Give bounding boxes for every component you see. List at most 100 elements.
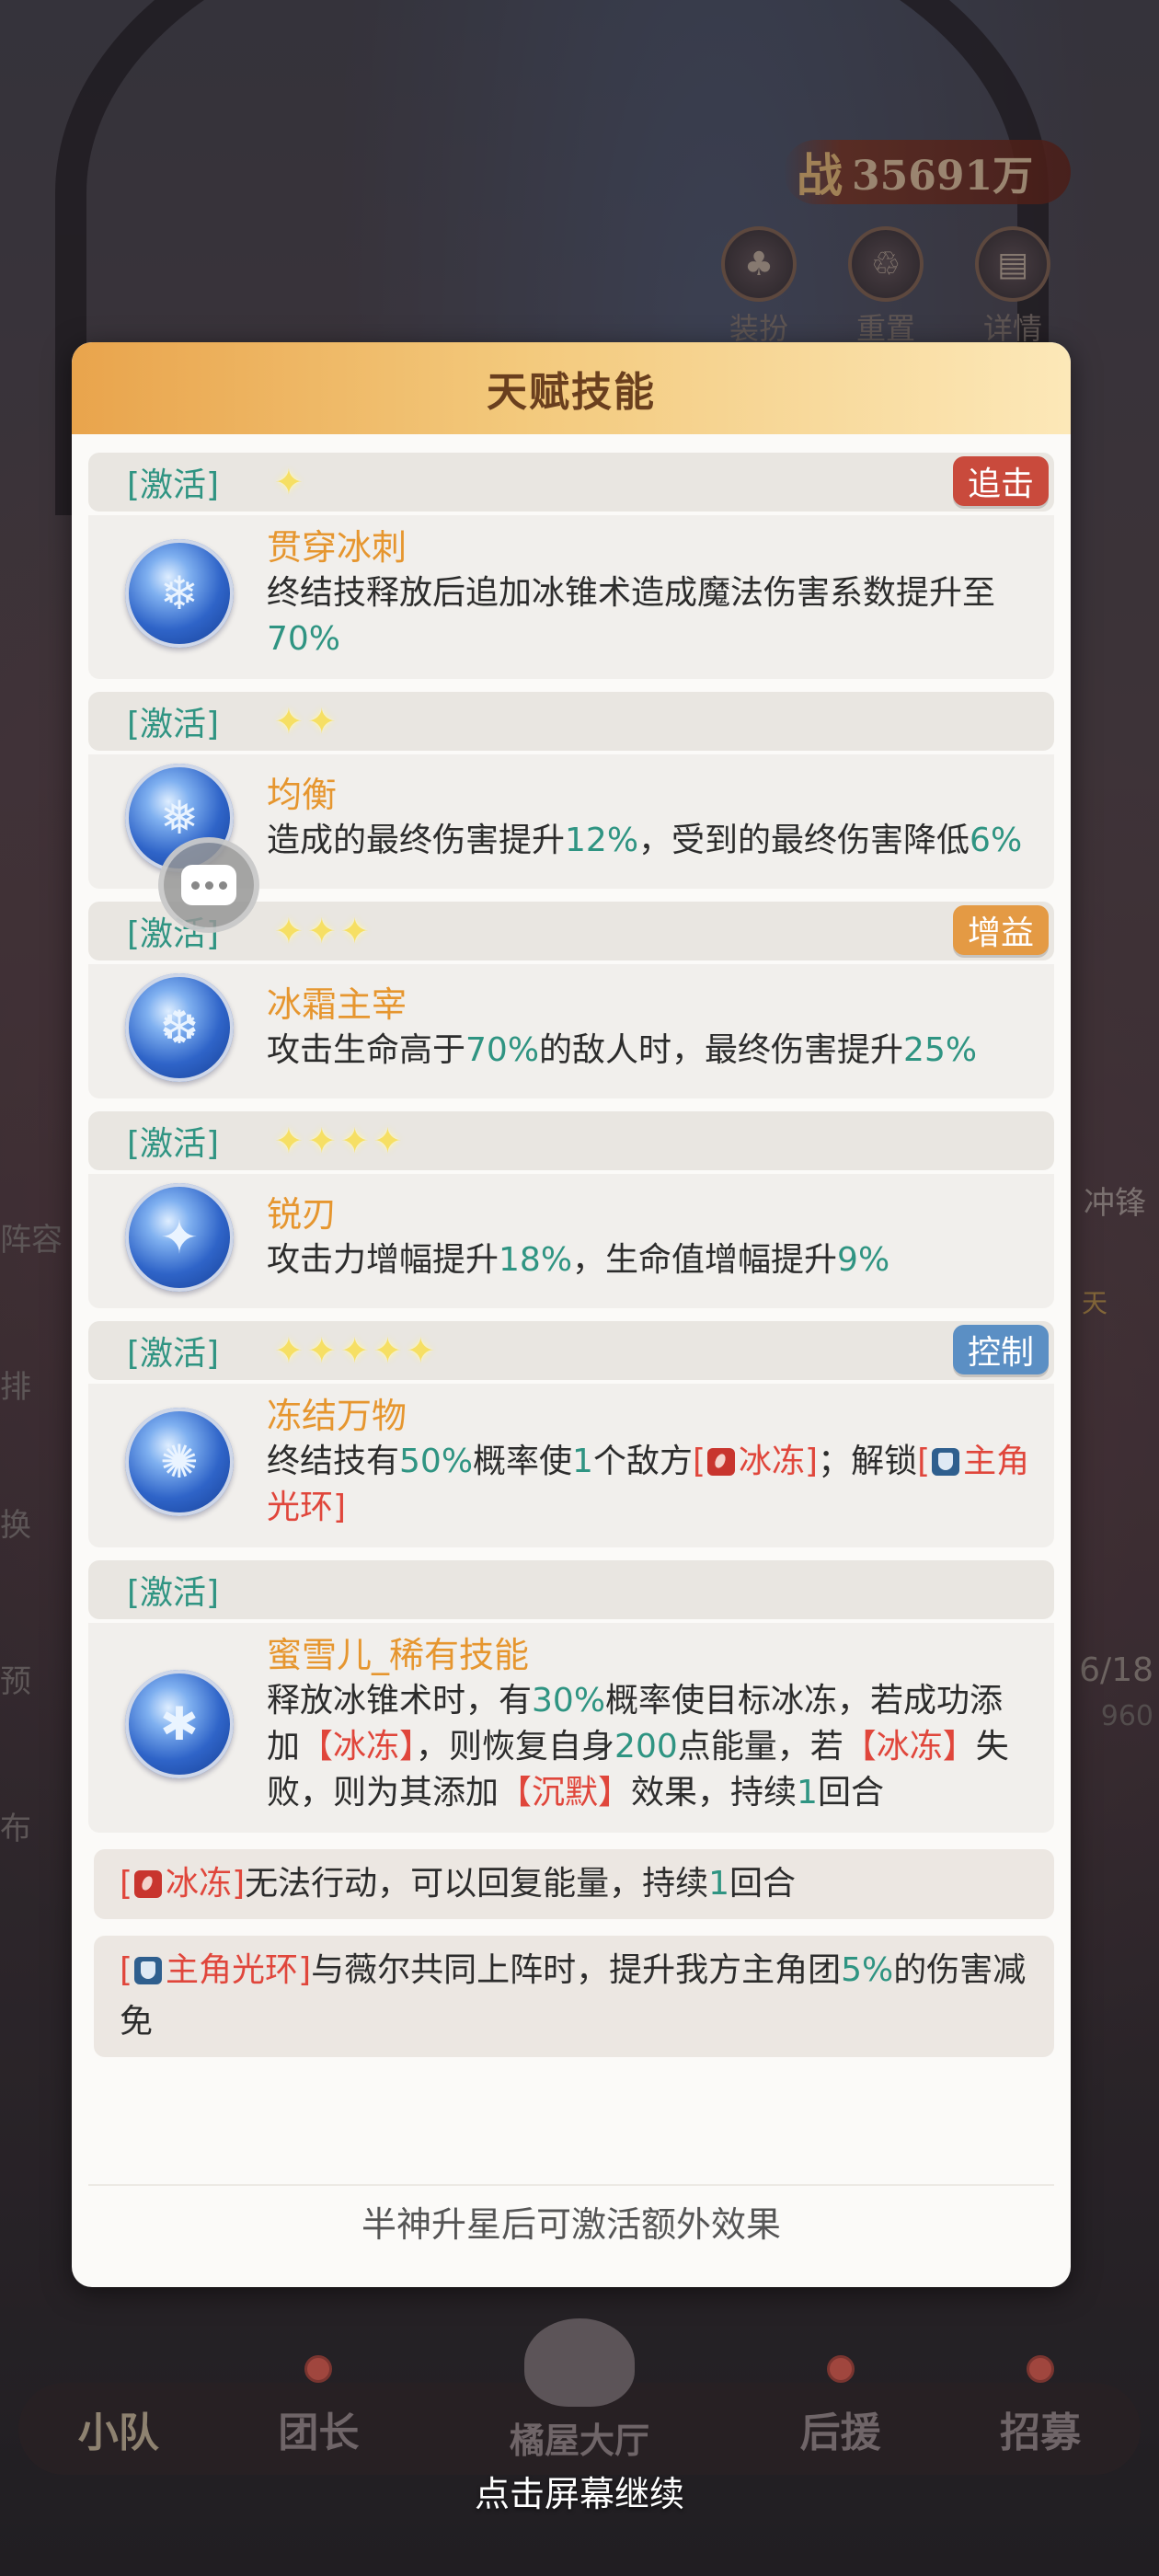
star-icon: ✦ xyxy=(306,1330,337,1371)
status-keyword: 【冰冻】 xyxy=(300,1728,417,1765)
skill-name: 蜜雪儿_稀有技能 xyxy=(267,1635,530,1675)
description-text: 终结技释放后追加冰锥术造成魔法伤害系数提升至 xyxy=(267,574,996,612)
skill-body: ❄ 贯穿冰刺 终结技释放后追加冰锥术造成魔法伤害系数提升至 70% xyxy=(88,515,1054,679)
status-keyword: [ xyxy=(120,1865,133,1903)
highlight-number: 200 xyxy=(614,1728,678,1765)
star-icon: ✦ xyxy=(274,911,304,951)
skill-type-tag: 追击 xyxy=(952,456,1049,506)
description-text: ，受到的最终伤害降低 xyxy=(638,822,970,859)
skill-header: [激活] ✦ ✦ xyxy=(88,692,1054,751)
star-icon: ✦ xyxy=(306,911,337,951)
skill-entry: [激活] ✦ ✦ ✦ 增益 ❆ 冰霜主宰 攻击生命高于70%的敌人时，最终伤害提升25% xyxy=(88,902,1054,1098)
nav-hall[interactable]: 橘屋大厅 xyxy=(488,2318,671,2461)
status-keyword: 冰冻 xyxy=(166,1865,233,1903)
highlight-number: 12% xyxy=(565,822,639,859)
star-rating: ✦ ✦ ✦ ✦ xyxy=(274,1123,402,1158)
shield-icon xyxy=(932,1448,960,1476)
description-text: 回合 xyxy=(817,1774,884,1811)
description-text: 释放冰锥术时，有 xyxy=(267,1682,533,1719)
skill-header: [激活] ✦ 追击 xyxy=(88,453,1054,512)
freeze-icon xyxy=(707,1448,736,1476)
skill-type-tag: 控制 xyxy=(952,1325,1049,1374)
status-keyword: ] xyxy=(298,1951,312,1989)
skill-description: 终结技释放后追加冰锥术造成魔法伤害系数提升至 70% xyxy=(267,570,1036,662)
status-keyword: 【沉默】 xyxy=(499,1774,632,1811)
description-text: 概率使 xyxy=(473,1443,573,1480)
activate-label: [激活] xyxy=(127,706,220,743)
star-rating: ✦ ✦ ✦ xyxy=(274,914,370,949)
activate-label: [激活] xyxy=(127,1125,220,1163)
skill-description: 终结技有50%概率使1个敌方[冰冻]；解锁[主角光环] xyxy=(267,1439,1036,1531)
skill-body: ✺ 冻结万物 终结技有50%概率使1个敌方[冰冻]；解锁[主角光环] xyxy=(88,1384,1054,1547)
star-rating: ✦ xyxy=(274,465,304,500)
skill-body: ✱ 蜜雪儿_稀有技能 释放冰锥术时，有30%概率使目标冰冻，若成功添加【冰冻】，则恢… xyxy=(88,1623,1054,1833)
keyword-note: [主角光环]与薇尔共同上阵时，提升我方主角团5%的伤害减免 xyxy=(94,1936,1054,2057)
ice-skill-icon: ✦ xyxy=(125,1183,234,1292)
skill-entry: [激活] ✦ ✦ ✦ ✦ ✦ 锐刃 攻击力增幅提升18%，生命值增幅提升9% xyxy=(88,1111,1054,1308)
nav-leader[interactable]: 团长 xyxy=(278,2355,359,2458)
nav-support[interactable]: 后援 xyxy=(800,2355,881,2458)
chat-icon xyxy=(181,865,236,905)
star-icon: ✦ xyxy=(373,1121,403,1161)
highlight-number: 70% xyxy=(465,1031,540,1069)
nav-squad[interactable]: 小队 xyxy=(78,2399,159,2458)
highlight-number: 1 xyxy=(797,1774,818,1811)
skill-body: ✦ 锐刃 攻击力增幅提升18%，生命值增幅提升9% xyxy=(88,1174,1054,1308)
star-icon: ✦ xyxy=(339,911,370,951)
skill-description: 释放冰锥术时，有30%概率使目标冰冻，若成功添加【冰冻】，则恢复自身200点能量… xyxy=(267,1678,1036,1816)
skill-description: 攻击力增幅提升18%，生命值增幅提升9% xyxy=(267,1237,1036,1283)
chat-bubble-button[interactable] xyxy=(158,837,259,933)
nav-support-badge xyxy=(826,2355,855,2383)
status-keyword: ] xyxy=(333,1489,347,1526)
skill-name: 冰霜主宰 xyxy=(267,984,407,1025)
skill-name: 均衡 xyxy=(267,775,338,815)
status-keyword: 【冰冻】 xyxy=(843,1728,976,1765)
description-text: 与薇尔共同上阵时，提升我方主角团 xyxy=(311,1951,842,1989)
ice-skill-icon: ✺ xyxy=(125,1408,234,1516)
star-icon: ✦ xyxy=(406,1330,436,1371)
skills-list: [激活] ✦ 追击 ❄ 贯穿冰刺 终结技释放后追加冰锥术造成魔法伤害系数提升至70% [激活… xyxy=(72,434,1071,2057)
highlight-number: 25% xyxy=(903,1031,978,1069)
star-icon: ✦ xyxy=(274,462,304,502)
star-icon: ✦ xyxy=(274,1330,304,1371)
description-text: 效果，持续 xyxy=(631,1774,798,1811)
star-icon: ✦ xyxy=(306,701,337,742)
highlight-number: 18% xyxy=(499,1241,573,1279)
skill-name: 贯穿冰刺 xyxy=(267,527,407,568)
skill-name: 锐刃 xyxy=(267,1194,338,1235)
status-keyword: [ xyxy=(917,1443,931,1480)
skill-entry: [激活] ✦ 追击 ❄ 贯穿冰刺 终结技释放后追加冰锥术造成魔法伤害系数提升至 70% xyxy=(88,453,1054,679)
status-keyword: ] xyxy=(805,1443,819,1480)
highlight-number: 6% xyxy=(970,822,1023,859)
description-text: ，则恢复自身 xyxy=(416,1728,615,1765)
description-text: 回合 xyxy=(729,1865,797,1903)
shield-icon xyxy=(134,1957,163,1984)
description-text: 造成的最终伤害提升 xyxy=(267,822,566,859)
skill-type-tag: 增益 xyxy=(952,905,1049,955)
skill-header: [激活] ✦ ✦ ✦ ✦ ✦ 控制 xyxy=(88,1321,1054,1380)
star-icon: ✦ xyxy=(274,701,304,742)
ice-skill-icon: ❄ xyxy=(125,539,234,648)
highlight-number: 5% xyxy=(841,1951,894,1989)
skill-description: 攻击生命高于70%的敌人时，最终伤害提升25% xyxy=(267,1028,1036,1074)
highlight-number: 9% xyxy=(837,1241,890,1279)
highlight-number: 50% xyxy=(399,1443,474,1480)
star-icon: ✦ xyxy=(274,1121,304,1161)
skill-description: 造成的最终伤害提升12%，受到的最终伤害降低6% xyxy=(267,818,1036,864)
talent-skills-dialog: 天赋技能 [激活] ✦ 追击 ❄ 贯穿冰刺 终结技释放后追加冰锥术造成魔法伤害系数提升至 7… xyxy=(72,342,1071,2287)
highlight-number: 30% xyxy=(532,1682,606,1719)
activate-label: [激活] xyxy=(127,1574,220,1612)
star-rating: ✦ ✦ ✦ ✦ ✦ xyxy=(274,1333,435,1368)
nav-recruit[interactable]: 招募 xyxy=(1000,2355,1081,2458)
star-icon: ✦ xyxy=(373,1330,403,1371)
star-icon: ✦ xyxy=(306,1121,337,1161)
description-text: 终结技有 xyxy=(267,1443,400,1480)
footer-divider xyxy=(88,2184,1054,2186)
description-text: ，生命值增幅提升 xyxy=(572,1241,838,1279)
skill-body: ❆ 冰霜主宰 攻击生命高于70%的敌人时，最终伤害提升25% xyxy=(88,964,1054,1098)
star-icon: ✦ xyxy=(339,1121,370,1161)
highlight-number: 1 xyxy=(572,1443,593,1480)
star-rating: ✦ ✦ xyxy=(274,704,337,739)
status-keyword: [ xyxy=(692,1443,706,1480)
nav-hall-label: 橘屋大厅 xyxy=(509,2420,649,2461)
